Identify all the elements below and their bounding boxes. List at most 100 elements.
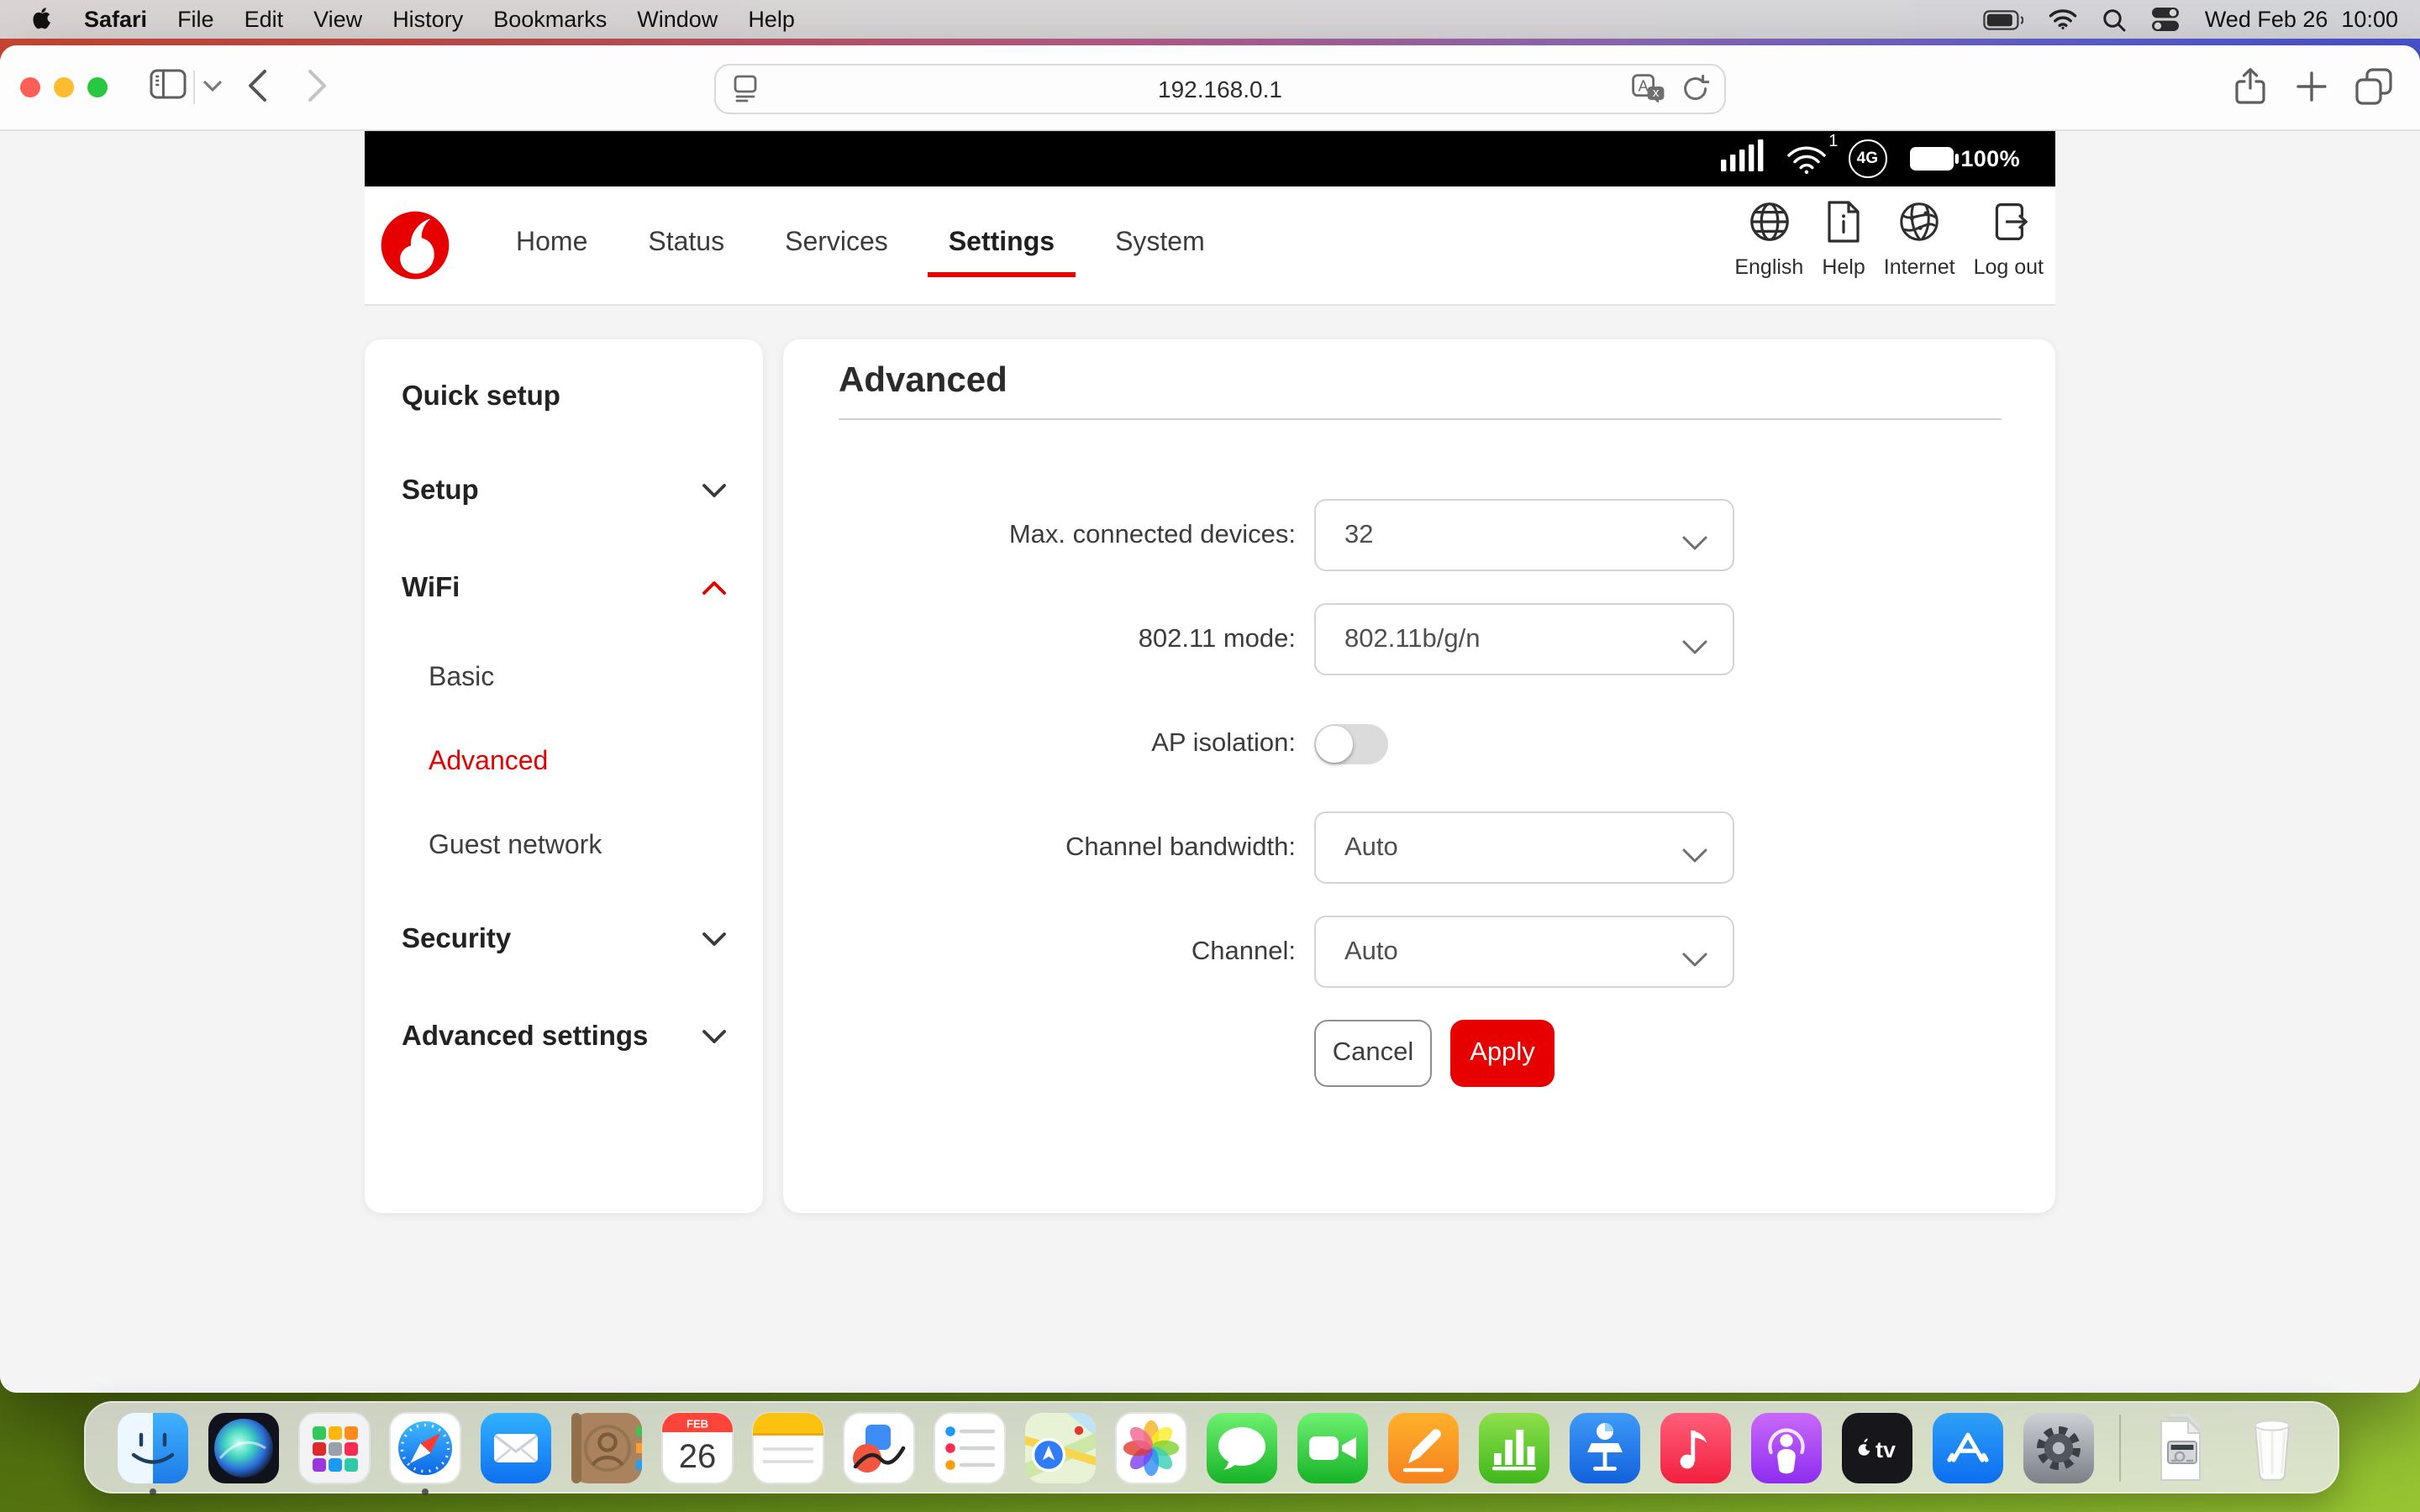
nav-item-status[interactable]: Status	[624, 186, 748, 304]
dock-item-freeform-icon[interactable]	[841, 1410, 915, 1484]
nav-item-settings[interactable]: Settings	[925, 186, 1078, 304]
dock: FEB 26 tv	[84, 1401, 2339, 1494]
sidebar-item-guest-network[interactable]: Guest network	[365, 822, 763, 872]
sidebar-item-label: Security	[402, 923, 512, 953]
minimize-window-button[interactable]	[54, 77, 74, 97]
dock-item-reminders-icon[interactable]	[932, 1410, 1006, 1484]
menu-bar-item-file[interactable]: File	[162, 0, 229, 39]
sidebar-item-security[interactable]: Security	[365, 914, 763, 964]
spotlight-search-icon[interactable]	[2102, 8, 2126, 31]
dock-item-mail-icon[interactable]	[478, 1410, 552, 1484]
nav-item-home[interactable]: Home	[492, 186, 611, 304]
sidebar-item-advanced[interactable]: Advanced	[365, 738, 763, 788]
sidebar-item-wifi[interactable]: WiFi	[365, 563, 763, 613]
vodafone-logo[interactable]	[378, 208, 452, 282]
field-label: AP isolation:	[1151, 728, 1296, 757]
field-label: 802.11 mode:	[1138, 624, 1296, 653]
dock-item-siri-icon[interactable]	[206, 1410, 280, 1484]
tab-overview-icon[interactable]	[2354, 67, 2393, 106]
dock-item-trash-icon[interactable]	[2234, 1410, 2308, 1484]
back-icon[interactable]	[247, 69, 267, 102]
select-802-11-mode[interactable]: 802.11b/g/n	[1314, 603, 1734, 675]
header-link-label: Log out	[1973, 255, 2044, 279]
menu-bar-item-edit[interactable]: Edit	[229, 0, 299, 39]
toggle-ap-isolation[interactable]	[1314, 723, 1388, 764]
header-link-english[interactable]: English	[1734, 200, 1803, 279]
nav-item-system[interactable]: System	[1092, 186, 1228, 304]
sidebar-item-label: Basic	[429, 664, 495, 692]
sidebar-item-basic[interactable]: Basic	[365, 654, 763, 704]
menu-bar-clock[interactable]: Wed Feb 26 10:00	[2205, 7, 2398, 32]
select-channel-bandwidth[interactable]: Auto	[1314, 811, 1734, 884]
new-tab-icon[interactable]	[2296, 71, 2328, 102]
dock-item-app-store-icon[interactable]	[1930, 1410, 2004, 1484]
dock-item-numbers-icon[interactable]	[1476, 1410, 1550, 1484]
dock-item-finder-icon[interactable]	[115, 1410, 189, 1484]
dock-item-safari-icon[interactable]	[387, 1410, 461, 1484]
svg-text:tv: tv	[1875, 1436, 1895, 1462]
translate-icon[interactable]: Ax	[1632, 74, 1665, 111]
clock-time: 10:00	[2341, 7, 2398, 32]
dock-item-calendar-icon[interactable]: FEB 26	[660, 1410, 734, 1484]
apple-menu-icon[interactable]	[17, 6, 69, 33]
sidebar-item-label: WiFi	[402, 572, 460, 602]
select-value: Auto	[1344, 832, 1398, 861]
dock-item-system-settings-icon[interactable]	[2021, 1410, 2095, 1484]
safari-window: 192.168.0.1 Ax 1 4G 100% Home Status Ser…	[0, 45, 2420, 1393]
cell-signal-icon	[1720, 139, 1764, 179]
nav-item-services[interactable]: Services	[761, 186, 912, 304]
sidebar-item-quick-setup[interactable]: Quick setup	[365, 371, 763, 422]
header-link-log-out[interactable]: Log out	[1974, 200, 2044, 279]
sidebar-item-label: Quick setup	[402, 381, 560, 411]
dock-item-keynote-icon[interactable]	[1567, 1410, 1641, 1484]
settings-sidebar: Quick setup Setup WiFi Basic Advanced Guest n…	[365, 339, 763, 1213]
dock-divider	[2118, 1414, 2120, 1481]
select-value: 32	[1344, 520, 1374, 549]
header-link-internet[interactable]: Internet	[1884, 200, 1955, 279]
select-value: 802.11b/g/n	[1344, 624, 1481, 653]
menu-bar-app-name[interactable]: Safari	[69, 0, 162, 39]
select-channel[interactable]: Auto	[1314, 916, 1734, 988]
menu-bar-item-bookmarks[interactable]: Bookmarks	[478, 0, 622, 39]
dock-item-documents-stack-icon[interactable]	[2144, 1410, 2217, 1484]
zoom-window-button[interactable]	[87, 77, 108, 97]
dock-item-pages-icon[interactable]	[1386, 1410, 1460, 1484]
sidebar-item-setup[interactable]: Setup	[365, 465, 763, 516]
header-link-help[interactable]: Help	[1822, 200, 1865, 279]
router-page: 1 4G 100% Home Status Services Settings Syst…	[365, 131, 2055, 1393]
reload-icon[interactable]	[1682, 74, 1711, 111]
dock-item-podcasts-icon[interactable]	[1749, 1410, 1823, 1484]
dock-item-notes-icon[interactable]	[750, 1410, 824, 1484]
dock-item-contacts-icon[interactable]	[569, 1410, 643, 1484]
field-label: Channel bandwidth:	[1065, 832, 1296, 861]
chevron-down-icon[interactable]	[203, 81, 222, 92]
dock-item-facetime-icon[interactable]	[1295, 1410, 1369, 1484]
share-icon[interactable]	[2235, 67, 2265, 106]
page-menu-icon[interactable]	[733, 74, 758, 111]
menu-bar-item-history[interactable]: History	[377, 0, 478, 39]
wifi-count: 1	[1828, 132, 1839, 150]
menu-bar-item-window[interactable]: Window	[622, 0, 733, 39]
menu-bar-item-help[interactable]: Help	[733, 0, 810, 39]
dock-item-messages-icon[interactable]	[1204, 1410, 1278, 1484]
apply-button[interactable]: Apply	[1450, 1020, 1555, 1087]
sidebar-item-advanced-settings[interactable]: Advanced settings	[365, 1011, 763, 1062]
dock-item-tv-icon[interactable]: tv	[1839, 1410, 1913, 1484]
address-bar[interactable]: 192.168.0.1 Ax	[714, 64, 1726, 114]
close-window-button[interactable]	[20, 77, 40, 97]
dock-item-launchpad-icon[interactable]	[297, 1410, 371, 1484]
wifi-icon: 1	[1786, 132, 1838, 174]
wifi-icon[interactable]	[2049, 8, 2077, 30]
sidebar-icon[interactable]	[150, 69, 187, 99]
chevron-up-icon	[702, 573, 726, 603]
select-max-connected-devices[interactable]: 32	[1314, 499, 1734, 571]
dock-item-maps-icon[interactable]	[1023, 1410, 1097, 1484]
svg-text:FEB: FEB	[686, 1417, 708, 1430]
cancel-button[interactable]: Cancel	[1314, 1020, 1432, 1087]
battery-icon[interactable]	[1983, 9, 2023, 29]
control-center-icon[interactable]	[2151, 7, 2180, 32]
forward-icon[interactable]	[308, 69, 328, 102]
dock-item-music-icon[interactable]	[1658, 1410, 1732, 1484]
dock-item-photos-icon[interactable]	[1113, 1410, 1187, 1484]
menu-bar-item-view[interactable]: View	[298, 0, 377, 39]
